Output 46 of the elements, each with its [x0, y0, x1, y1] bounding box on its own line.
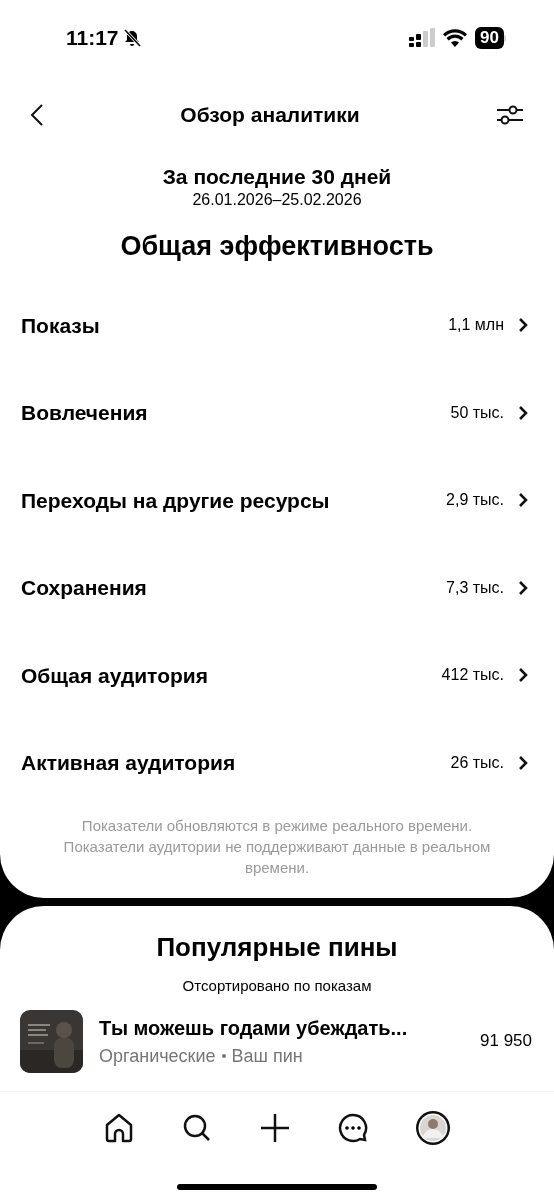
- metric-value: 1,1 млн: [448, 315, 504, 336]
- metric-row[interactable]: Вовлечения 50 тыс.: [0, 369, 554, 457]
- chevron-right-icon: [518, 404, 528, 421]
- info-note: Показатели обновляются в режиме реального времени. Показатели аудитории не поддерживают данные в реальном времени.: [62, 815, 492, 878]
- section-heading: Популярные пины: [156, 931, 398, 964]
- pin-owner: Ваш пин: [231, 1044, 303, 1068]
- clock-time: 11:17: [66, 25, 119, 52]
- back-icon[interactable]: [30, 103, 44, 127]
- wifi-icon: [443, 29, 468, 47]
- pin-row[interactable]: Ты можешь годами убеждать... Органические Ваш пин 91 950: [0, 1009, 554, 1073]
- chevron-right-icon: [518, 317, 528, 334]
- metric-value: 26 тыс.: [450, 752, 504, 773]
- section-heading: Общая эффективность: [120, 230, 434, 263]
- period-title: За последние 30 дней: [162, 164, 392, 190]
- cellular-signal-icon: [409, 28, 436, 48]
- chat-bubble-icon[interactable]: [337, 1111, 369, 1144]
- plus-icon[interactable]: [259, 1111, 291, 1144]
- period-dates: 26.01.2026–25.02.2026: [192, 190, 362, 210]
- screen-title: Обзор аналитики: [180, 102, 360, 129]
- pin-count: 91 950: [480, 1030, 532, 1053]
- home-icon[interactable]: [103, 1111, 135, 1144]
- chevron-right-icon: [518, 667, 528, 684]
- filter-icon[interactable]: [496, 104, 524, 126]
- metric-row[interactable]: Переходы на другие ресурсы 2,9 тыс.: [0, 456, 554, 544]
- pin-title: Ты можешь годами убеждать...: [99, 1015, 409, 1041]
- pin-source: Органические: [99, 1044, 216, 1068]
- metric-value: 412 тыс.: [441, 665, 504, 686]
- chevron-right-icon: [518, 754, 528, 771]
- profile-avatar-icon[interactable]: [415, 1109, 451, 1146]
- metric-label: Активная аудитория: [21, 750, 236, 776]
- metric-value: 2,9 тыс.: [446, 490, 504, 511]
- metric-row[interactable]: Общая аудитория 412 тыс.: [0, 631, 554, 719]
- chevron-right-icon: [518, 579, 528, 596]
- battery-level: 90: [475, 27, 504, 49]
- metric-row[interactable]: Сохранения 7,3 тыс.: [0, 544, 554, 632]
- metric-row[interactable]: Активная аудитория 26 тыс.: [0, 719, 554, 807]
- metric-value: 7,3 тыс.: [446, 577, 504, 598]
- metric-label: Сохранения: [21, 575, 147, 601]
- metric-value: 50 тыс.: [450, 402, 504, 423]
- metric-label: Переходы на другие ресурсы: [21, 487, 330, 514]
- metric-label: Вовлечения: [21, 400, 148, 426]
- chevron-right-icon: [518, 492, 528, 509]
- metric-label: Общая аудитория: [21, 662, 208, 689]
- metric-label: Показы: [21, 312, 100, 339]
- metric-row[interactable]: Показы 1,1 млн: [0, 281, 554, 369]
- sort-label: Отсортировано по показам: [182, 976, 372, 996]
